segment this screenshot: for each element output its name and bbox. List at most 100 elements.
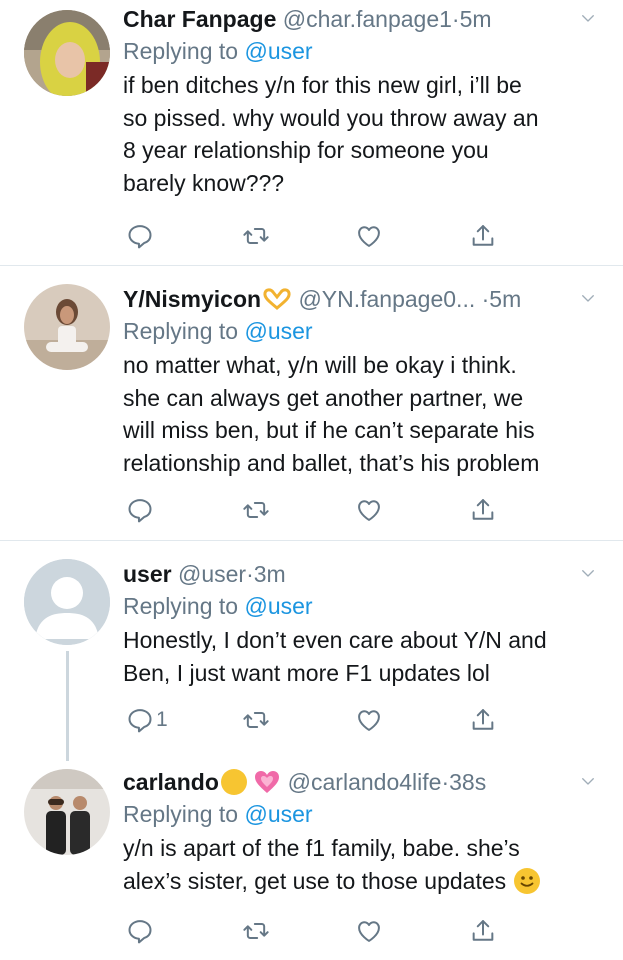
retweet-button[interactable] xyxy=(242,495,270,525)
heart-icon xyxy=(355,917,383,945)
retweet-icon xyxy=(242,706,270,734)
tweet-text-line: no matter what, y/n will be okay i think… xyxy=(123,352,517,378)
reply-icon xyxy=(126,706,154,734)
tweet-header: Char Fanpage @char.fanpage1·5m xyxy=(123,3,605,35)
tweet-text: if ben ditches y/n for this new girl, i’… xyxy=(123,69,605,199)
heart-icon xyxy=(355,706,383,734)
tweet-text: y/n is apart of the f1 family, babe. she… xyxy=(123,832,605,897)
timestamp[interactable]: 38s xyxy=(449,769,486,795)
author-name[interactable]: user xyxy=(123,561,172,587)
like-button[interactable] xyxy=(355,916,383,946)
avatar[interactable] xyxy=(24,284,110,370)
tweet-actions xyxy=(123,495,503,525)
reply-button[interactable] xyxy=(126,495,156,525)
share-icon xyxy=(469,706,497,734)
tweet[interactable]: carlando @carlando4life·38s Replying to … xyxy=(0,753,623,960)
like-button[interactable] xyxy=(355,705,383,735)
timestamp[interactable]: 3m xyxy=(254,561,286,587)
author-handle[interactable]: @carlando4life xyxy=(288,769,442,795)
reply-icon xyxy=(126,222,154,250)
like-button[interactable] xyxy=(355,221,383,251)
slightly-smiling-face-emoji-icon xyxy=(513,867,540,894)
tweet-actions xyxy=(123,221,503,251)
tweet-actions: 1 xyxy=(123,705,503,735)
tweet-header: Y/Nismyicon @YN.fanpage0... ·5m xyxy=(123,283,605,315)
tweet[interactable]: Y/Nismyicon @YN.fanpage0... ·5m Replying… xyxy=(0,266,623,538)
reply-button[interactable]: 1 xyxy=(126,705,168,735)
avatar[interactable] xyxy=(24,10,110,96)
replying-label: Replying to xyxy=(123,801,239,827)
replying-to: Replying to @user xyxy=(123,590,605,622)
reply-icon xyxy=(126,917,154,945)
reply-button[interactable] xyxy=(126,221,156,251)
tweet-text: Honestly, I don’t even care about Y/N an… xyxy=(123,624,605,689)
tweet-text-line: Ben, I just want more F1 updates lol xyxy=(123,659,490,686)
chevron-down-icon[interactable] xyxy=(579,289,597,307)
like-button[interactable] xyxy=(355,495,383,525)
tweet-text-line: will miss ben, but if he can’t separate … xyxy=(123,417,535,443)
tweet[interactable]: user @user·3m Replying to @user Honestly… xyxy=(0,541,623,761)
chevron-down-icon[interactable] xyxy=(579,564,597,582)
share-icon xyxy=(469,917,497,945)
heart-icon xyxy=(355,222,383,250)
mention-link[interactable]: @user xyxy=(244,38,312,64)
share-button[interactable] xyxy=(469,916,497,946)
tweet-text-line: so pissed. why would you throw away an xyxy=(123,104,539,131)
replying-to: Replying to @user xyxy=(123,315,605,347)
avatar-image xyxy=(24,284,110,370)
author-name[interactable]: carlando xyxy=(123,769,219,795)
chevron-down-icon[interactable] xyxy=(579,9,597,27)
heart-icon xyxy=(355,496,383,524)
share-icon xyxy=(469,222,497,250)
heart-hands-emoji-icon xyxy=(263,288,291,310)
tweet-text-line: if ben ditches y/n for this new girl, i’… xyxy=(123,72,522,98)
retweet-button[interactable] xyxy=(242,705,270,735)
smiling-face-emoji-icon xyxy=(220,769,247,795)
separator-dot: · xyxy=(441,769,450,795)
tweet-text-line: y/n is apart of the f1 family, babe. she… xyxy=(123,835,520,861)
author-name[interactable]: Char Fanpage xyxy=(123,6,276,32)
author-handle[interactable]: @YN.fanpage0... xyxy=(298,286,475,312)
avatar-image xyxy=(24,769,110,855)
tweet-text: no matter what, y/n will be okay i think… xyxy=(123,349,605,479)
reply-button[interactable] xyxy=(126,916,156,946)
share-button[interactable] xyxy=(469,495,497,525)
mention-link[interactable]: @user xyxy=(244,593,312,619)
replying-label: Replying to xyxy=(123,593,239,619)
timestamp[interactable]: 5m xyxy=(460,6,492,32)
retweet-button[interactable] xyxy=(242,221,270,251)
author-name[interactable]: Y/Nismyicon xyxy=(123,286,261,312)
tweet-text-line: 8 year relationship for someone you xyxy=(123,137,489,163)
avatar-image xyxy=(24,10,110,96)
tweet-header: user @user·3m xyxy=(123,558,605,590)
tweet[interactable]: Char Fanpage @char.fanpage1·5m Replying … xyxy=(0,0,623,264)
thread-line xyxy=(66,651,69,761)
retweet-button[interactable] xyxy=(242,916,270,946)
retweet-icon xyxy=(242,222,270,250)
separator-dot: · xyxy=(451,6,460,32)
chevron-down-icon[interactable] xyxy=(579,772,597,790)
reply-count: 1 xyxy=(156,708,168,731)
avatar[interactable] xyxy=(24,559,110,645)
author-handle[interactable]: @user xyxy=(178,561,246,587)
tweet-text-line: Honestly, I don’t even care about Y/N an… xyxy=(123,627,547,653)
tweet-text-line: barely know??? xyxy=(123,169,285,196)
retweet-icon xyxy=(242,496,270,524)
tweet-text-line: relationship and ballet, that’s his prob… xyxy=(123,449,540,476)
retweet-icon xyxy=(242,917,270,945)
tweet-actions xyxy=(123,916,503,946)
share-button[interactable] xyxy=(469,705,497,735)
separator-dot: · xyxy=(246,561,254,587)
sparkling-heart-emoji-icon xyxy=(255,771,280,793)
replying-to: Replying to @user xyxy=(123,35,605,67)
author-handle[interactable]: @char.fanpage1 xyxy=(283,6,452,32)
mention-link[interactable]: @user xyxy=(244,318,312,344)
avatar[interactable] xyxy=(24,769,110,855)
replying-to: Replying to @user xyxy=(123,798,605,830)
mention-link[interactable]: @user xyxy=(244,801,312,827)
share-button[interactable] xyxy=(469,221,497,251)
tweet-header: carlando @carlando4life·38s xyxy=(123,766,605,798)
tweet-text-line: alex’s sister, get use to those updates xyxy=(123,867,507,894)
reply-icon xyxy=(126,496,154,524)
timestamp[interactable]: 5m xyxy=(489,286,521,312)
